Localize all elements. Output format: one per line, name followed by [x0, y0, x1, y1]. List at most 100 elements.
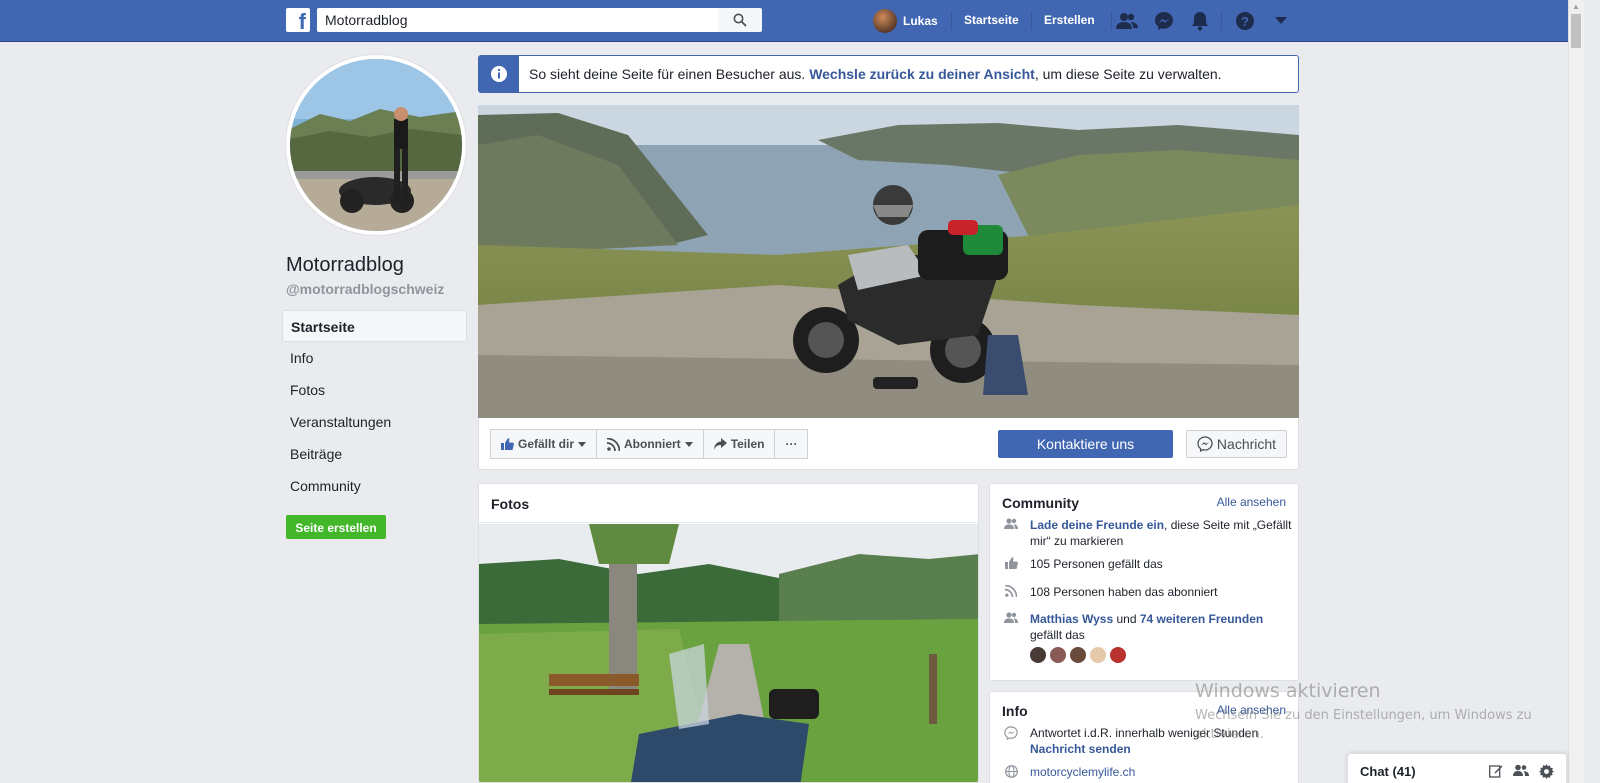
photos-section: Fotos: [478, 483, 979, 783]
search-button[interactable]: [718, 8, 762, 32]
chat-sidebar-tab[interactable]: Chat (41): [1347, 753, 1567, 783]
page-scrollbar[interactable]: [1568, 0, 1584, 783]
likes-count: 105 Personen gefällt das: [1030, 557, 1163, 571]
community-see-all-link[interactable]: Alle ansehen: [1217, 495, 1286, 511]
likes-row: 105 Personen gefällt das: [1002, 556, 1292, 572]
website-row: motorcyclemylife.ch: [1002, 764, 1292, 780]
friend-requests-icon[interactable]: [1116, 10, 1138, 32]
nav-divider: [1221, 12, 1222, 30]
page-sidebar-nav: Startseite Info Fotos Veranstaltungen Be…: [282, 310, 467, 502]
website-link[interactable]: motorcyclemylife.ch: [1030, 764, 1135, 780]
sidebar-item-fotos[interactable]: Fotos: [282, 374, 467, 406]
page-handle[interactable]: @motorradblogschweiz: [286, 281, 444, 297]
sidebar-item-veranstaltungen[interactable]: Veranstaltungen: [282, 406, 467, 438]
followers-count: 108 Personen haben das abonniert: [1030, 585, 1218, 599]
switch-view-link[interactable]: Wechsle zurück zu deiner Ansicht: [809, 66, 1035, 82]
info-icon: [479, 56, 519, 92]
share-button-label: Teilen: [730, 437, 765, 451]
gear-icon[interactable]: [1539, 763, 1554, 779]
visitor-view-banner: So sieht deine Seite für einen Besucher …: [478, 55, 1299, 93]
page-action-bar: Gefällt dir Abonniert Teilen ··· Kontakt…: [478, 418, 1299, 470]
home-link[interactable]: Startseite: [964, 13, 1019, 27]
help-icon[interactable]: ?: [1234, 10, 1256, 32]
top-navigation-bar: f Lukas Startseite Erstellen ?: [0, 0, 1568, 42]
friend-avatars: [1030, 647, 1263, 663]
friend-name-link[interactable]: Matthias Wyss: [1030, 612, 1113, 626]
avatar[interactable]: [1110, 647, 1126, 663]
sidebar-item-community[interactable]: Community: [282, 470, 467, 502]
messenger-icon[interactable]: [1153, 10, 1175, 32]
invite-friends-row: Lade deine Freunde ein, diese Seite mit …: [1002, 517, 1292, 549]
share-button[interactable]: Teilen: [703, 429, 776, 459]
account-menu-chevron-down-icon[interactable]: [1270, 10, 1292, 32]
sidebar-item-info[interactable]: Info: [282, 342, 467, 374]
avatar[interactable]: [1050, 647, 1066, 663]
page-action-buttons: Gefällt dir Abonniert Teilen ···: [490, 429, 809, 459]
avatar: [873, 9, 897, 33]
messenger-icon: [1002, 725, 1020, 757]
follow-button-label: Abonniert: [624, 437, 681, 451]
page-profile-picture[interactable]: [286, 55, 466, 235]
nav-divider: [951, 12, 952, 30]
banner-message: So sieht deine Seite für einen Besucher …: [519, 66, 1222, 82]
friend-suffix-text: gefällt das: [1030, 628, 1085, 642]
send-message-link[interactable]: Nachricht senden: [1030, 742, 1131, 756]
message-button-label: Nachricht: [1216, 436, 1277, 452]
contact-us-button[interactable]: Kontaktiere uns: [998, 430, 1173, 458]
facebook-logo-icon[interactable]: f: [286, 8, 310, 32]
chevron-down-icon: [578, 441, 587, 447]
rss-feed-icon: [1002, 584, 1020, 600]
globe-icon: [1002, 764, 1020, 780]
like-button-label: Gefällt dir: [518, 437, 575, 451]
create-link[interactable]: Erstellen: [1044, 13, 1095, 27]
more-options-button[interactable]: ···: [775, 429, 809, 459]
more-options-icon: ···: [785, 437, 798, 451]
svg-text:?: ?: [1241, 14, 1249, 29]
community-card: Community Alle ansehen Lade deine Freund…: [989, 483, 1299, 681]
watermark-subtitle: Wechseln Sie zu den Einstellungen, um Wi…: [1195, 708, 1532, 742]
search-input[interactable]: [317, 8, 725, 32]
banner-text-start: So sieht deine Seite für einen Besucher …: [529, 66, 810, 82]
nav-divider: [1031, 12, 1032, 30]
profile-link[interactable]: Lukas: [873, 9, 938, 33]
friends-icon: [1002, 611, 1020, 663]
cover-photo[interactable]: [478, 105, 1299, 418]
chat-label: Chat (41): [1360, 763, 1416, 779]
info-title[interactable]: Info: [1002, 703, 1028, 719]
notifications-bell-icon[interactable]: [1189, 10, 1211, 32]
windows-activation-watermark: Windows aktivieren Wechseln Sie zu den E…: [1195, 680, 1555, 744]
followers-row: 108 Personen haben das abonniert: [1002, 584, 1292, 600]
share-arrow-icon: [713, 438, 727, 450]
create-page-button[interactable]: Seite erstellen: [286, 515, 386, 539]
friend-and-text: und: [1113, 612, 1140, 626]
friends-icon: [1002, 517, 1020, 549]
scroll-up-arrow-icon[interactable]: ▲: [1572, 3, 1580, 11]
watermark-title: Windows aktivieren: [1195, 680, 1381, 702]
community-title[interactable]: Community: [1002, 495, 1079, 511]
more-friends-link[interactable]: 74 weiteren Freunden: [1140, 612, 1263, 626]
nav-divider: [1111, 12, 1112, 30]
message-button[interactable]: Nachricht: [1186, 430, 1287, 458]
photo-thumbnail[interactable]: [479, 524, 978, 782]
invite-friends-link[interactable]: Lade deine Freunde ein: [1030, 518, 1164, 532]
create-group-icon[interactable]: [1513, 764, 1529, 777]
search-icon: [733, 13, 747, 27]
avatar[interactable]: [1030, 647, 1046, 663]
chevron-down-icon: [684, 441, 693, 447]
thumbs-up-icon: [501, 438, 514, 450]
sidebar-item-startseite[interactable]: Startseite: [282, 310, 467, 342]
photos-title[interactable]: Fotos: [491, 496, 529, 512]
thumbs-up-icon: [1002, 556, 1020, 572]
compose-message-icon[interactable]: [1489, 764, 1503, 778]
avatar[interactable]: [1090, 647, 1106, 663]
like-button[interactable]: Gefällt dir: [490, 429, 598, 459]
banner-text-end: , um diese Seite zu verwalten.: [1034, 66, 1222, 82]
friends-like-row: Matthias Wyss und 74 weiteren Freunden g…: [1002, 611, 1292, 663]
rss-feed-icon: [607, 437, 621, 451]
follow-button[interactable]: Abonniert: [597, 429, 704, 459]
avatar[interactable]: [1070, 647, 1086, 663]
page-title: Motorradblog: [286, 254, 404, 276]
sidebar-item-beitraege[interactable]: Beiträge: [282, 438, 467, 470]
user-name: Lukas: [903, 14, 938, 28]
scrollbar-thumb[interactable]: [1571, 14, 1581, 48]
